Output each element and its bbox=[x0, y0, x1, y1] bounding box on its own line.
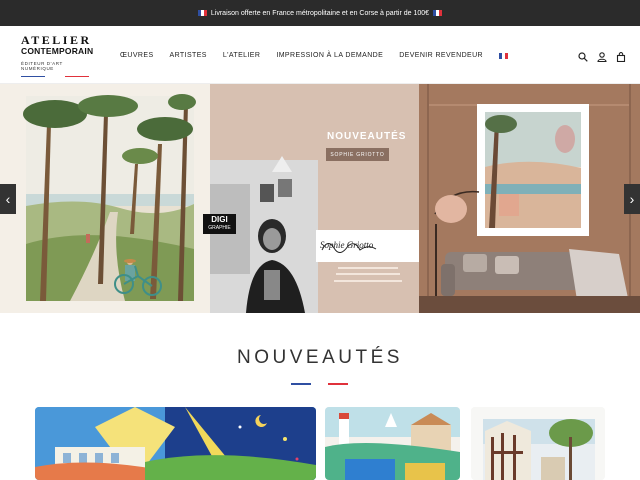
slider-prev-button[interactable]: ‹ bbox=[0, 184, 16, 214]
section-title-underline bbox=[291, 383, 348, 385]
announcement-text: Livraison offerte en France métropolitai… bbox=[210, 9, 430, 17]
logo-line1: ATELIER bbox=[21, 33, 92, 47]
signature-text: Sophie Griotto bbox=[320, 240, 374, 250]
search-icon[interactable] bbox=[578, 49, 588, 62]
logo[interactable]: ATELIER CONTEMPORAIN ÉDITEUR D'ART NUMÉR… bbox=[21, 34, 95, 77]
chevron-left-icon: ‹ bbox=[5, 191, 11, 207]
product-card[interactable] bbox=[471, 407, 605, 480]
banner-artist-button[interactable]: SOPHIE GRIOTTO bbox=[326, 148, 389, 161]
hero-artwork-illustration[interactable] bbox=[0, 84, 210, 313]
logo-flag-lines bbox=[21, 76, 95, 77]
product-card[interactable] bbox=[325, 407, 460, 480]
digigraphie-badge: DIGI GRAPHIE bbox=[203, 214, 236, 234]
chevron-right-icon: › bbox=[629, 191, 635, 207]
language-flag-icon[interactable] bbox=[499, 53, 509, 59]
product-card[interactable] bbox=[35, 407, 316, 480]
announcement-bar: Livraison offerte en France métropolitai… bbox=[0, 0, 640, 26]
main-nav: ŒUVRES ARTISTES L'ATELIER IMPRESSION À L… bbox=[120, 52, 509, 59]
french-flag-icon bbox=[433, 10, 443, 16]
digi-badge-line1: DIGI bbox=[211, 215, 228, 224]
banner-title: NOUVEAUTÉS bbox=[327, 131, 407, 142]
logo-line2: CONTEMPORAIN bbox=[21, 46, 94, 56]
site-header: ATELIER CONTEMPORAIN ÉDITEUR D'ART NUMÉR… bbox=[0, 26, 640, 84]
nav-item-revendeur[interactable]: DEVENIR REVENDEUR bbox=[399, 52, 483, 59]
section-title: NOUVEAUTÉS bbox=[237, 347, 403, 368]
digi-badge-line2: GRAPHIE bbox=[208, 225, 231, 231]
hero-nouveautes-banner[interactable]: NOUVEAUTÉS SOPHIE GRIOTTO Sophie Griotto bbox=[210, 84, 419, 313]
nav-item-impression[interactable]: IMPRESSION À LA DEMANDE bbox=[276, 52, 383, 59]
nav-item-atelier[interactable]: L'ATELIER bbox=[223, 52, 261, 59]
logo-tagline: ÉDITEUR D'ART NUMÉRIQUE bbox=[21, 61, 63, 71]
header-icons bbox=[578, 49, 626, 63]
french-flag-icon bbox=[197, 10, 207, 16]
account-icon[interactable] bbox=[597, 49, 607, 63]
nav-item-oeuvres[interactable]: ŒUVRES bbox=[120, 52, 154, 59]
cart-icon[interactable] bbox=[616, 49, 626, 63]
hero-slider: NOUVEAUTÉS SOPHIE GRIOTTO Sophie Griotto… bbox=[0, 84, 640, 313]
nav-item-artistes[interactable]: ARTISTES bbox=[170, 52, 207, 59]
hero-living-room[interactable] bbox=[419, 84, 640, 313]
slider-next-button[interactable]: › bbox=[624, 184, 640, 214]
